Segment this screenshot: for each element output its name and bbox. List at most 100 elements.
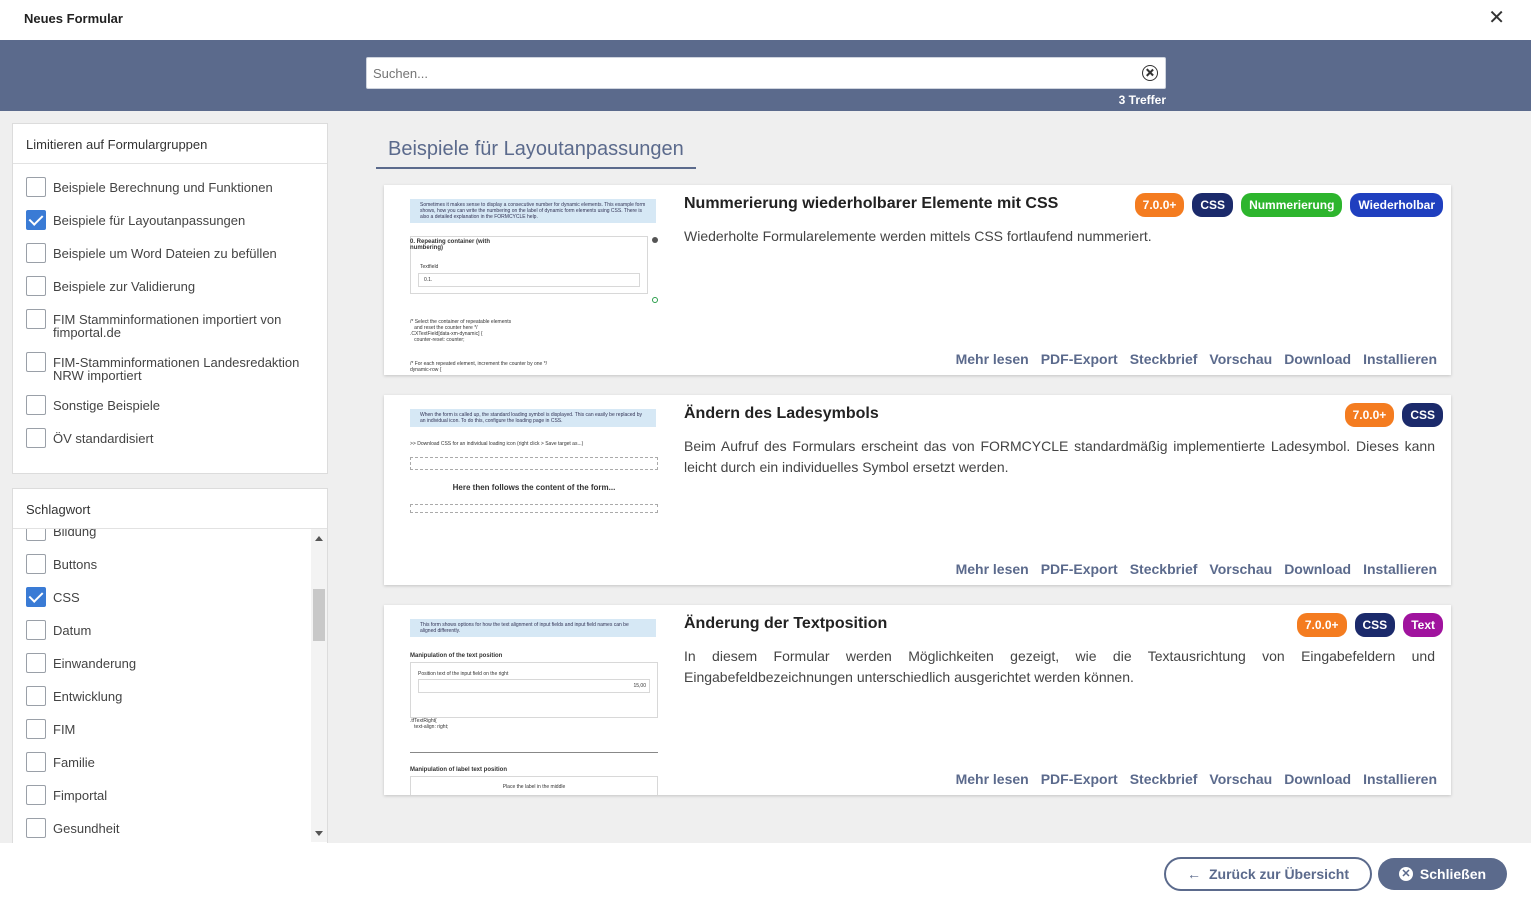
checkbox[interactable] bbox=[26, 818, 46, 838]
tag-scrollbar[interactable] bbox=[311, 529, 327, 842]
tag-list[interactable]: Bildung Buttons CSS Datum Einwanderung E… bbox=[13, 529, 327, 842]
checkbox[interactable] bbox=[26, 428, 46, 448]
tag-filter-item[interactable]: Gesundheit bbox=[26, 818, 303, 838]
close-button[interactable]: ✕ Schließen bbox=[1378, 858, 1507, 890]
read-more-link[interactable]: Mehr lesen bbox=[956, 561, 1029, 577]
close-label: Schließen bbox=[1419, 866, 1487, 882]
clear-search-icon[interactable] bbox=[1142, 65, 1158, 81]
checkbox[interactable] bbox=[26, 243, 46, 263]
tag-badge: Wiederholbar bbox=[1350, 193, 1443, 217]
checkbox[interactable] bbox=[26, 309, 46, 329]
checkbox[interactable] bbox=[26, 529, 46, 541]
thumb-code: /* Select the container of repeatable el… bbox=[410, 319, 512, 343]
checkbox[interactable] bbox=[26, 785, 46, 805]
tag-filter-label: Fimportal bbox=[53, 788, 108, 803]
download-link[interactable]: Download bbox=[1284, 351, 1351, 367]
checkbox[interactable] bbox=[26, 620, 46, 640]
form-description: Wiederholte Formularelemente werden mitt… bbox=[684, 228, 1152, 244]
checkbox[interactable] bbox=[26, 395, 46, 415]
group-filter-label: Sonstige Beispiele bbox=[53, 398, 160, 413]
tag-filter-item[interactable]: Datum bbox=[26, 620, 303, 640]
group-filter-item[interactable]: Beispiele für Layoutanpassungen bbox=[26, 210, 303, 230]
form-preview-thumbnail[interactable]: This form shows options for how the text… bbox=[402, 615, 666, 795]
profile-link[interactable]: Steckbrief bbox=[1130, 351, 1198, 367]
dialog-title: Neues Formular bbox=[24, 11, 123, 26]
form-preview-thumbnail[interactable]: When the form is called up, the standard… bbox=[402, 405, 666, 585]
group-filter-panel: Limitieren auf Formulargruppen Beispiele… bbox=[12, 123, 328, 474]
tag-filter-item[interactable]: Fimportal bbox=[26, 785, 303, 805]
add-icon bbox=[652, 297, 658, 303]
group-filter-item[interactable]: Beispiele Berechnung und Funktionen bbox=[26, 177, 303, 197]
profile-link[interactable]: Steckbrief bbox=[1130, 561, 1198, 577]
thumb-heading: 0. Repeating container (with numbering) bbox=[410, 239, 491, 251]
form-preview-thumbnail[interactable]: Sometimes it makes sense to display a co… bbox=[402, 195, 666, 375]
checkbox[interactable] bbox=[26, 752, 46, 772]
tag-filter-item[interactable]: CSS bbox=[26, 587, 303, 607]
group-filter-label: FIM-Stamminformationen Landesredaktion N… bbox=[53, 355, 300, 383]
search-input[interactable] bbox=[367, 58, 1127, 88]
preview-link[interactable]: Vorschau bbox=[1209, 561, 1272, 577]
scroll-up-icon[interactable] bbox=[315, 536, 323, 541]
tag-filter-item[interactable]: Entwicklung bbox=[26, 686, 303, 706]
download-link[interactable]: Download bbox=[1284, 561, 1351, 577]
preview-link[interactable]: Vorschau bbox=[1209, 771, 1272, 787]
download-link[interactable]: Download bbox=[1284, 771, 1351, 787]
checkbox[interactable] bbox=[26, 210, 46, 230]
tag-filter-item[interactable]: FIM bbox=[26, 719, 303, 739]
scroll-down-icon[interactable] bbox=[315, 831, 323, 836]
install-link[interactable]: Installieren bbox=[1363, 351, 1437, 367]
group-filter-item[interactable]: FIM Stamminformationen importiert von fi… bbox=[26, 309, 303, 339]
badge-list: 7.0.0+ CSS bbox=[1344, 403, 1443, 427]
install-link[interactable]: Installieren bbox=[1363, 771, 1437, 787]
tag-filter-item[interactable]: Buttons bbox=[26, 554, 303, 574]
checkbox[interactable] bbox=[26, 554, 46, 574]
form-card: This form shows options for how the text… bbox=[384, 605, 1451, 795]
checkbox[interactable] bbox=[26, 719, 46, 739]
back-to-overview-button[interactable]: ← Zurück zur Übersicht bbox=[1164, 857, 1372, 891]
group-filter-label: ÖV standardisiert bbox=[53, 431, 154, 446]
group-filter-item[interactable]: ÖV standardisiert bbox=[26, 428, 303, 448]
pdf-export-link[interactable]: PDF-Export bbox=[1041, 561, 1118, 577]
form-description: Beim Aufruf des Formulars erscheint das … bbox=[684, 438, 1435, 475]
tag-filter-item[interactable]: Familie bbox=[26, 752, 303, 772]
thumb-field-label: Textfield bbox=[420, 264, 439, 270]
pdf-export-link[interactable]: PDF-Export bbox=[1041, 351, 1118, 367]
install-link[interactable]: Installieren bbox=[1363, 561, 1437, 577]
version-badge: 7.0.0+ bbox=[1296, 613, 1347, 637]
thumb-placeholder bbox=[410, 457, 658, 470]
thumb-heading: Manipulation of label text position bbox=[410, 767, 507, 773]
preview-link[interactable]: Vorschau bbox=[1209, 351, 1272, 367]
group-filter-item[interactable]: FIM-Stamminformationen Landesredaktion N… bbox=[26, 352, 303, 382]
group-filter-item[interactable]: Beispiele um Word Dateien zu befüllen bbox=[26, 243, 303, 263]
tag-filter-label: CSS bbox=[53, 590, 80, 605]
version-badge: 7.0.0+ bbox=[1134, 193, 1185, 217]
scrollbar-thumb[interactable] bbox=[313, 589, 325, 641]
checkbox[interactable] bbox=[26, 653, 46, 673]
group-filter-label: Beispiele zur Validierung bbox=[53, 279, 196, 294]
search-box[interactable] bbox=[366, 57, 1166, 89]
checkbox[interactable] bbox=[26, 177, 46, 197]
tag-filter-item[interactable]: Bildung bbox=[26, 529, 303, 541]
checkbox[interactable] bbox=[26, 276, 46, 296]
filter-sidebar: Limitieren auf Formulargruppen Beispiele… bbox=[0, 111, 340, 843]
tag-filter-item[interactable]: Einwanderung bbox=[26, 653, 303, 673]
checkbox[interactable] bbox=[26, 587, 46, 607]
thumb-heading: Manipulation of the text position bbox=[410, 653, 503, 659]
pdf-export-link[interactable]: PDF-Export bbox=[1041, 771, 1118, 787]
close-icon[interactable]: ✕ bbox=[1488, 8, 1505, 28]
tag-badge: CSS bbox=[1402, 403, 1443, 427]
profile-link[interactable]: Steckbrief bbox=[1130, 771, 1198, 787]
card-actions: Mehr lesen PDF-Export Steckbrief Vorscha… bbox=[956, 561, 1437, 577]
group-filter-item[interactable]: Sonstige Beispiele bbox=[26, 395, 303, 415]
read-more-link[interactable]: Mehr lesen bbox=[956, 351, 1029, 367]
group-filter-item[interactable]: Beispiele zur Validierung bbox=[26, 276, 303, 296]
form-card: Sometimes it makes sense to display a co… bbox=[384, 185, 1451, 375]
checkbox[interactable] bbox=[26, 686, 46, 706]
form-title: Änderung der Textposition bbox=[684, 615, 888, 632]
thumb-divider bbox=[410, 752, 658, 753]
thumb-info-text: This form shows options for how the text… bbox=[410, 619, 656, 637]
form-title: Ändern des Ladesymbols bbox=[684, 405, 879, 422]
checkbox[interactable] bbox=[26, 352, 46, 372]
tag-filter-label: Datum bbox=[53, 623, 92, 638]
read-more-link[interactable]: Mehr lesen bbox=[956, 771, 1029, 787]
